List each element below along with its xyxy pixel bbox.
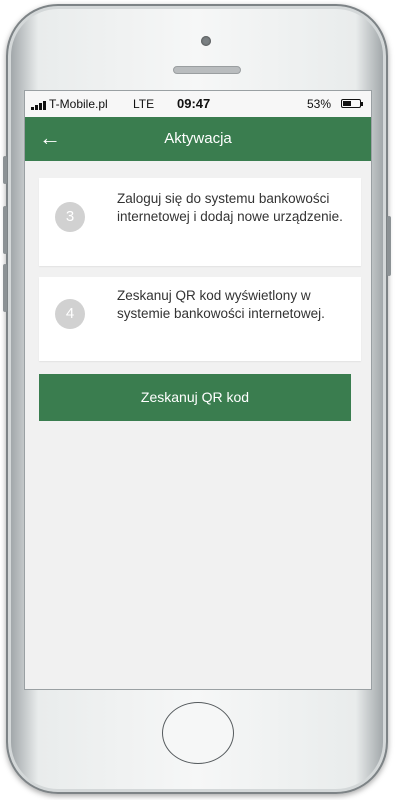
volume-down-button xyxy=(3,264,7,312)
app-bar: ← Aktywacja xyxy=(25,117,371,161)
step-number-badge: 3 xyxy=(55,202,85,232)
carrier-name: T-Mobile.pl xyxy=(49,97,108,111)
scan-qr-button[interactable]: Zeskanuj QR kod xyxy=(39,374,351,421)
page-title: Aktywacja xyxy=(164,130,232,147)
front-camera xyxy=(201,36,211,46)
earpiece-speaker xyxy=(173,66,241,74)
step-instruction-text: Zeskanuj QR kod wyświetlony w systemie b… xyxy=(117,288,325,321)
step-number-badge: 4 xyxy=(55,299,85,329)
step-card: 4 Zeskanuj QR kod wyświetlony w systemie… xyxy=(39,277,361,361)
battery-icon xyxy=(341,99,363,108)
battery-percent: 53% xyxy=(307,97,332,111)
network-type: LTE xyxy=(133,97,155,111)
phone-screen: T-Mobile.pl LTE 09:47 53% ← Aktywacja 3 … xyxy=(24,90,372,690)
signal-icon xyxy=(31,100,49,110)
step-instruction-text: Zaloguj się do systemu bankowości intern… xyxy=(117,191,343,224)
clock: 09:47 xyxy=(177,96,211,111)
home-button[interactable] xyxy=(162,702,234,764)
status-bar: T-Mobile.pl LTE 09:47 53% xyxy=(25,91,371,117)
power-button xyxy=(387,216,391,276)
mute-switch xyxy=(3,156,7,184)
volume-up-button xyxy=(3,206,7,254)
step-card: 3 Zaloguj się do systemu bankowości inte… xyxy=(39,178,361,266)
battery-level-fill xyxy=(343,101,351,106)
